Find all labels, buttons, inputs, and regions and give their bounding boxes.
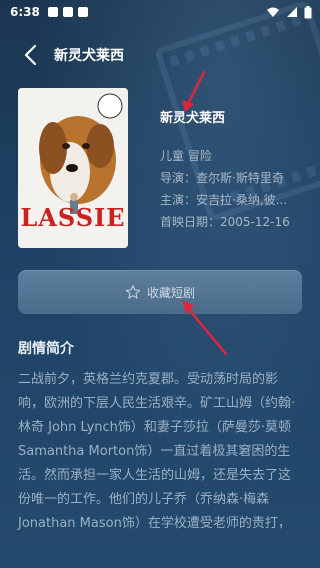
movie-poster[interactable]: LASSIE	[18, 88, 128, 248]
notification-icons	[47, 7, 88, 17]
status-time: 6:38	[10, 5, 40, 19]
battery-icon	[304, 5, 312, 18]
signal-icon	[287, 7, 297, 17]
wifi-icon	[267, 7, 279, 17]
app-notification-icon	[77, 7, 88, 17]
synopsis-heading: 剧情简介	[18, 341, 74, 357]
movie-title: 新灵犬莱西	[160, 111, 226, 126]
status-bar: 6:38	[0, 0, 320, 24]
status-indicators	[266, 5, 312, 19]
page-title: 新灵犬莱西	[54, 48, 124, 64]
movie-release-date: 首映日期：2005-12-16	[160, 215, 290, 229]
movie-director: 导演：查尔斯·斯特里奇	[160, 171, 284, 185]
movie-genre: 儿童 冒险	[160, 149, 212, 163]
star-outline-icon	[125, 285, 141, 299]
app-bar: 新灵犬莱西	[0, 38, 320, 72]
poster-title-text: LASSIE	[20, 203, 126, 232]
collect-button-label: 收藏短剧	[146, 285, 195, 300]
back-button[interactable]	[10, 38, 50, 72]
movie-cast: 主演：安吉拉·桑纳,彼...	[160, 193, 288, 207]
collect-short-drama-button[interactable]: 收藏短剧	[18, 270, 302, 314]
synopsis-text: 二战前夕，英格兰约克夏郡。受动荡时局的影响，欧洲的下层人民生活艰辛。矿工山姆（约…	[18, 372, 296, 531]
image-notification-icon	[62, 7, 73, 17]
notification-icon	[47, 7, 58, 17]
movie-info: 新灵犬莱西 儿童 冒险 导演：查尔斯·斯特里奇 主演：安吉拉·桑纳,彼... 首…	[160, 105, 310, 229]
back-arrow-icon	[24, 44, 37, 66]
